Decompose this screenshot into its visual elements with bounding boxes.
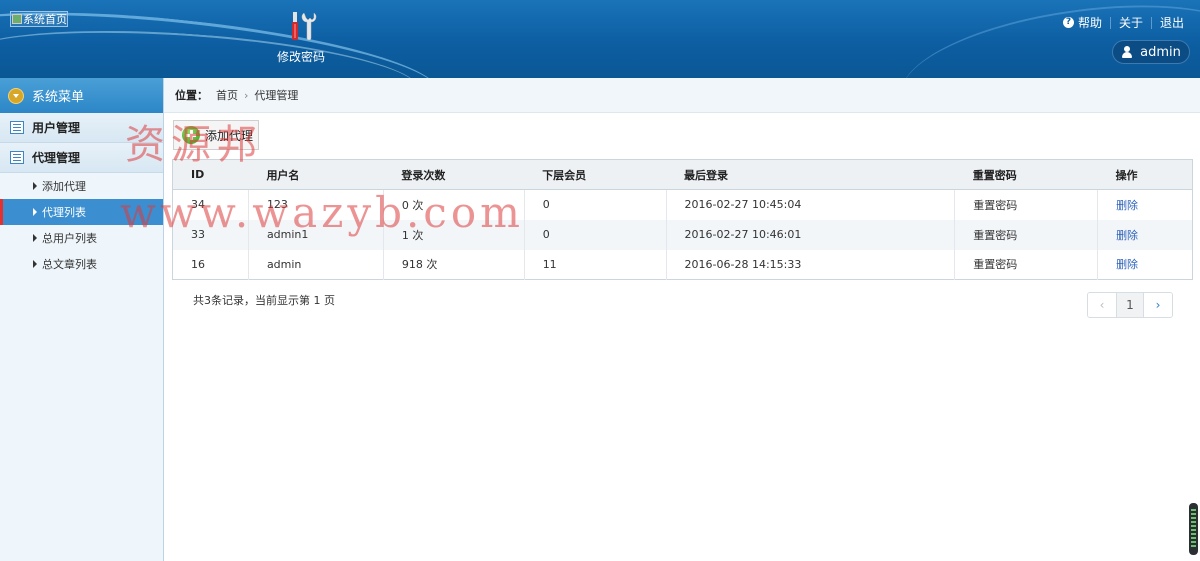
link-divider [1150,16,1152,29]
sidebar-group-label: 代理管理 [32,151,81,165]
logout-link[interactable]: 退出 [1160,14,1184,31]
sidebar-group-label: 用户管理 [32,121,81,135]
sidebar-item-agent-list[interactable]: 代理列表 [0,199,163,225]
add-icon [182,126,200,144]
cell-members: 0 [523,189,667,220]
sidebar-item-add-agent[interactable]: 添加代理 [0,173,163,199]
sidebar-item-all-articles[interactable]: 总文章列表 [0,251,163,277]
table-row: 34 123 0 次 0 2016-02-27 10:45:04 重置密码 删除 [173,189,1193,220]
list-icon [10,121,24,134]
help-icon: ? [1062,17,1074,28]
change-password-button[interactable]: 修改密码 [268,8,334,68]
sidebar: 系统菜单 用户管理 代理管理 添加代理 代理列表 总用户列表 总文章列表 [0,78,164,561]
about-link[interactable]: 关于 [1119,14,1143,31]
col-header-members[interactable]: 下层会员 [524,159,667,190]
logo-alt-text: 系统首页 [23,13,67,26]
record-summary: 共3条记录，当前显示第 1 页 [193,294,335,307]
sidebar-group-agent-management[interactable]: 代理管理 [0,143,163,173]
user-badge[interactable]: admin [1112,40,1190,64]
reset-password-link[interactable]: 重置密码 [954,219,1098,250]
reset-password-link[interactable]: 重置密码 [954,249,1098,280]
col-header-id[interactable]: ID [172,159,249,190]
sidebar-item-label: 代理列表 [42,206,86,219]
add-agent-label: 添加代理 [205,128,254,143]
sidebar-item-label: 添加代理 [42,180,86,193]
cell-username: 123 [247,189,384,220]
col-header-reset-password[interactable]: 重置密码 [954,159,1098,190]
breadcrumb: 位置： 首页 › 代理管理 [164,78,1200,113]
chevron-right-icon: › [244,88,249,102]
sidebar-item-label: 总文章列表 [42,258,97,271]
cell-id: 34 [191,198,205,212]
site-logo-link[interactable]: 系统首页 [10,11,68,27]
cell-logins: 1 次 [382,219,525,250]
top-header: 系统首页 修改密码 ? 帮助 关于 退出 admin [0,0,1200,78]
sidebar-title-label: 系统菜单 [32,90,85,105]
table-header-row: ID 用户名 登录次数 下层会员 最后登录 重置密码 操作 [172,159,1193,190]
delete-link[interactable]: 删除 [1097,189,1193,220]
cell-last-login: 2016-02-27 10:45:04 [665,189,955,220]
help-link[interactable]: 帮助 [1078,14,1102,31]
cell-username: admin [247,249,384,280]
header-swoosh [893,0,1200,78]
tools-icon [292,12,317,41]
breadcrumb-current: 代理管理 [254,89,299,102]
col-header-username[interactable]: 用户名 [248,159,384,190]
cell-id: 33 [172,219,249,250]
cell-logins: 918 次 [382,249,525,280]
user-icon [1121,46,1133,58]
sidebar-item-label: 总用户列表 [42,232,97,245]
pager-prev-button[interactable]: ‹ [1088,293,1116,317]
table-row: 16 admin 918 次 11 2016-06-28 14:15:33 重置… [173,249,1193,280]
top-links: ? 帮助 关于 退出 [1062,14,1184,31]
cell-members: 0 [523,219,667,250]
list-icon [10,151,24,164]
sidebar-item-all-users[interactable]: 总用户列表 [0,225,163,251]
cell-members: 11 [523,249,667,280]
pager-page-1[interactable]: 1 [1116,293,1144,317]
pagination: ‹ 1 › [1087,292,1173,318]
sidebar-group-user-management[interactable]: 用户管理 [0,113,163,143]
table-row: 33 admin1 1 次 0 2016-02-27 10:46:01 重置密码… [172,219,1193,250]
cell-last-login: 2016-02-27 10:46:01 [665,219,955,250]
col-header-logins[interactable]: 登录次数 [383,159,525,190]
broken-image-icon [12,14,22,24]
reset-password-link[interactable]: 重置密码 [954,189,1098,220]
link-divider [1109,16,1111,29]
breadcrumb-label: 位置： [175,89,208,102]
username-label: admin [1140,44,1181,60]
cell-logins: 0 次 [382,189,525,220]
breadcrumb-home[interactable]: 首页 [216,87,238,103]
pager-next-button[interactable]: › [1144,293,1172,317]
col-header-last-login[interactable]: 最后登录 [666,159,955,190]
sidebar-title[interactable]: 系统菜单 [0,78,163,113]
add-agent-button[interactable]: 添加代理 [173,120,259,150]
cell-id: 16 [191,257,205,271]
cell-username: admin1 [247,219,384,250]
agent-table: ID 用户名 登录次数 下层会员 最后登录 重置密码 操作 34 123 0 次… [172,159,1193,280]
delete-link[interactable]: 删除 [1097,219,1193,250]
main-content: 位置： 首页 › 代理管理 添加代理 ID 用户名 登录次数 下层会员 最后登录… [164,78,1200,561]
change-password-label: 修改密码 [276,50,325,64]
delete-link[interactable]: 删除 [1097,249,1193,280]
col-header-actions[interactable]: 操作 [1097,159,1193,190]
side-widget[interactable] [1189,503,1198,555]
chevron-down-icon [8,87,24,104]
cell-last-login: 2016-06-28 14:15:33 [665,249,955,280]
